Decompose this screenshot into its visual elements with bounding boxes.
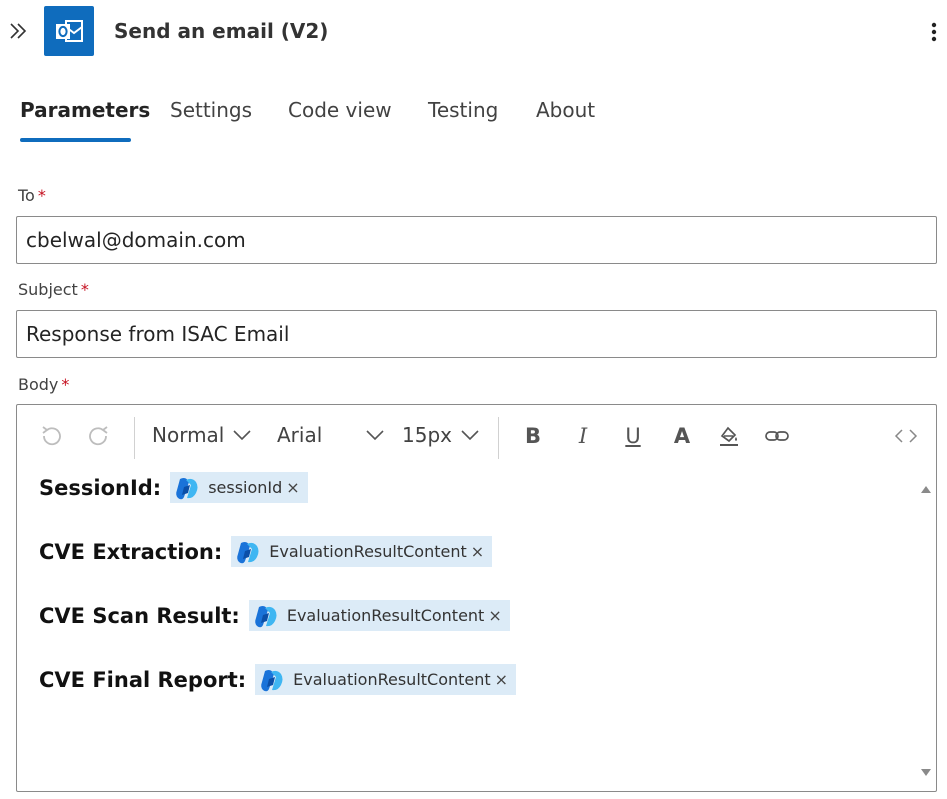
row-label: CVE Scan Result: xyxy=(39,603,240,628)
dynamic-content-token[interactable]: EvaluationResultContent × xyxy=(248,600,510,631)
bold-icon: B xyxy=(524,424,541,448)
editor-toolbar: Normal Arial 15px B I U A xyxy=(17,405,936,467)
to-field[interactable] xyxy=(16,216,937,264)
to-label: To * xyxy=(18,186,46,205)
dynamic-content-token[interactable]: EvaluationResultContent × xyxy=(231,536,493,567)
subject-label-text: Subject xyxy=(18,280,78,299)
to-label-text: To xyxy=(18,186,35,205)
toolbar-divider xyxy=(134,417,135,459)
format-value: Normal xyxy=(152,423,225,447)
font-color-icon: A xyxy=(673,424,691,448)
underline-button[interactable]: U xyxy=(620,421,646,451)
editor-scrollbar[interactable] xyxy=(917,467,935,791)
link-icon[interactable] xyxy=(762,421,792,451)
underline-icon: U xyxy=(625,424,641,448)
dynamic-content-token[interactable]: EvaluationResultContent × xyxy=(255,664,517,695)
row-label: CVE Extraction: xyxy=(39,539,223,564)
remove-token-icon[interactable]: × xyxy=(495,670,508,689)
remove-token-icon[interactable]: × xyxy=(286,478,299,497)
dynamic-content-token[interactable]: sessionId × xyxy=(170,472,308,503)
token-label: sessionId xyxy=(208,478,283,497)
more-options-icon[interactable] xyxy=(924,18,944,46)
body-row: CVE Final Report: EvaluationResultConten… xyxy=(39,664,517,695)
copilot-icon xyxy=(176,477,198,499)
font-select[interactable]: Arial xyxy=(277,423,385,447)
chevron-down-icon xyxy=(461,430,479,441)
row-label: CVE Final Report: xyxy=(39,667,247,692)
subject-label: Subject * xyxy=(18,280,89,299)
token-label: EvaluationResultContent xyxy=(286,606,485,625)
action-title: Send an email (V2) xyxy=(114,19,329,43)
remove-token-icon[interactable]: × xyxy=(471,542,484,561)
bold-button[interactable]: B xyxy=(520,421,546,451)
highlight-icon[interactable] xyxy=(714,421,744,451)
copilot-icon xyxy=(255,605,277,627)
outlook-icon xyxy=(44,6,94,56)
required-mark: * xyxy=(80,280,89,299)
tab-bar: Parameters Settings Code view Testing Ab… xyxy=(0,90,947,146)
scroll-up-icon[interactable] xyxy=(920,479,932,498)
row-label: SessionId: xyxy=(39,475,162,500)
tab-settings[interactable]: Settings xyxy=(170,98,252,122)
font-value: Arial xyxy=(277,423,323,447)
required-mark: * xyxy=(61,375,70,394)
tab-code-view[interactable]: Code view xyxy=(288,98,392,122)
body-row: CVE Extraction: EvaluationResultContent … xyxy=(39,536,493,567)
chevron-down-icon xyxy=(366,430,384,441)
size-select[interactable]: 15px xyxy=(402,423,480,447)
expand-panel-icon[interactable] xyxy=(7,18,29,44)
token-label: EvaluationResultContent xyxy=(269,542,467,561)
font-color-button[interactable]: A xyxy=(669,421,695,451)
copilot-icon xyxy=(237,541,259,563)
format-select[interactable]: Normal xyxy=(152,423,252,447)
copilot-icon xyxy=(261,669,283,691)
subject-field[interactable] xyxy=(16,310,937,358)
italic-icon: I xyxy=(578,424,588,448)
undo-icon[interactable] xyxy=(37,421,65,451)
token-label: EvaluationResultContent xyxy=(293,670,491,689)
body-label: Body * xyxy=(18,375,69,394)
tab-parameters[interactable]: Parameters xyxy=(20,98,150,122)
body-row: CVE Scan Result: EvaluationResultContent… xyxy=(39,600,510,631)
tab-about[interactable]: About xyxy=(536,98,595,122)
body-label-text: Body xyxy=(18,375,59,394)
action-header: Send an email (V2) xyxy=(0,0,947,64)
required-mark: * xyxy=(37,186,46,205)
tab-testing[interactable]: Testing xyxy=(428,98,498,122)
size-value: 15px xyxy=(402,423,452,447)
italic-button[interactable]: I xyxy=(570,421,596,451)
redo-icon[interactable] xyxy=(85,421,113,451)
active-tab-indicator xyxy=(20,138,131,142)
scroll-down-icon[interactable] xyxy=(920,763,932,782)
body-row: SessionId: sessionId × xyxy=(39,472,308,503)
remove-token-icon[interactable]: × xyxy=(488,606,501,625)
chevron-down-icon xyxy=(233,430,251,441)
code-view-icon[interactable] xyxy=(891,421,921,451)
body-editor[interactable]: Normal Arial 15px B I U A SessionId: ses… xyxy=(16,404,937,792)
editor-content[interactable]: SessionId: sessionId × CVE Extraction: E… xyxy=(17,467,917,791)
toolbar-divider xyxy=(498,417,499,459)
